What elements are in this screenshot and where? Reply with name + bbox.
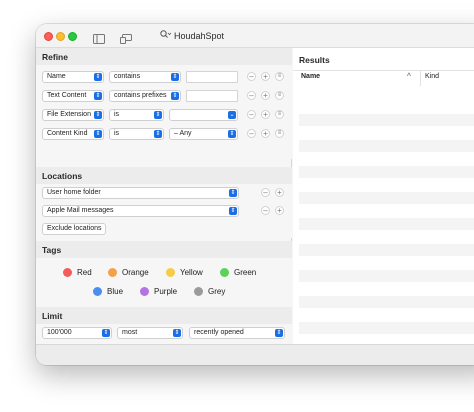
tags-header: Tags <box>36 241 292 258</box>
column-header-name[interactable]: Name ^ <box>297 70 417 86</box>
value-popup[interactable]: ⌄ <box>169 109 238 121</box>
attribute-popup[interactable]: Text Content ⇕ <box>42 90 104 102</box>
remove-criteria-button[interactable]: – <box>247 91 256 100</box>
location-popup[interactable]: User home folder ⇕ <box>42 187 239 199</box>
results-pane: Results Name ^ Kind <box>293 48 474 344</box>
attribute-popup[interactable]: File Extension ⇕ <box>42 109 104 121</box>
green-tag-icon <box>220 268 229 277</box>
chevron-updown-icon: ⇕ <box>229 207 237 215</box>
table-row <box>299 114 474 126</box>
blue-tag-icon <box>93 287 102 296</box>
tags-section: Red Orange Yellow Green Blue Purple Grey <box>36 258 292 309</box>
chevron-updown-icon: ⇕ <box>102 329 110 337</box>
search-icon <box>160 30 172 41</box>
chevron-updown-icon: ⇕ <box>275 329 283 337</box>
value-field[interactable] <box>186 90 238 102</box>
attribute-popup[interactable]: Content Kind ⇕ <box>42 128 104 140</box>
value-field[interactable] <box>186 71 238 83</box>
add-location-button[interactable]: + <box>275 188 284 197</box>
results-title: Results <box>299 55 330 65</box>
grey-tag-icon <box>194 287 203 296</box>
chevron-updown-icon: ⇕ <box>154 130 162 138</box>
chevron-updown-icon: ⇕ <box>94 130 102 138</box>
orange-tag-icon <box>108 268 117 277</box>
close-window-button[interactable] <box>44 32 53 41</box>
red-tag-icon <box>63 268 72 277</box>
chevron-updown-icon: ⇕ <box>94 92 102 100</box>
minimize-window-button[interactable] <box>56 32 65 41</box>
location-popup[interactable]: Apple Mail messages ⇕ <box>42 205 239 217</box>
add-location-button[interactable]: + <box>275 206 284 215</box>
title-bar: HoudahSpot <box>36 24 474 48</box>
app-title-text: HoudahSpot <box>174 30 225 41</box>
chevron-updown-icon: ⇕ <box>228 130 236 138</box>
operator-popup[interactable]: contains ⇕ <box>109 71 181 83</box>
remove-location-button[interactable]: – <box>261 188 270 197</box>
chevron-updown-icon: ⇕ <box>171 73 179 81</box>
operator-popup[interactable]: is ⇕ <box>109 128 164 140</box>
zoom-window-button[interactable] <box>68 32 77 41</box>
tag-grey[interactable]: Grey <box>194 287 225 296</box>
limit-mode-popup[interactable]: most ⇕ <box>117 327 183 339</box>
remove-criteria-button[interactable]: – <box>247 129 256 138</box>
sidebar-toggle-icon[interactable] <box>93 31 105 49</box>
chevron-updown-icon: ⇕ <box>94 111 102 119</box>
chevron-updown-icon: ⇕ <box>171 92 179 100</box>
tag-red[interactable]: Red <box>63 268 92 277</box>
table-row <box>299 192 474 204</box>
app-window: HoudahSpot Refine Name ⇕ contains ⇕ – + ≡ … <box>36 24 474 365</box>
query-pane: Refine Name ⇕ contains ⇕ – + ≡ Text Conten… <box>36 48 292 344</box>
tag-blue[interactable]: Blue <box>93 287 123 296</box>
chevron-updown-icon: ⇕ <box>173 329 181 337</box>
table-row <box>299 218 474 230</box>
refine-section: Name ⇕ contains ⇕ – + ≡ Text Content ⇕ cont… <box>36 65 292 159</box>
chevron-updown-icon: ⇕ <box>94 73 102 81</box>
limit-header: Limit <box>36 307 292 324</box>
table-row <box>299 244 474 256</box>
tag-purple[interactable]: Purple <box>140 287 177 296</box>
table-row <box>299 296 474 308</box>
refine-header: Refine <box>36 48 292 65</box>
remove-location-button[interactable]: – <box>261 206 270 215</box>
remove-criteria-button[interactable]: – <box>247 110 256 119</box>
add-criteria-button[interactable]: + <box>261 72 270 81</box>
add-criteria-button[interactable]: + <box>261 91 270 100</box>
locations-section: User home folder ⇕ – + Apple Mail message… <box>36 184 292 238</box>
limit-sort-popup[interactable]: recently opened ⇕ <box>189 327 285 339</box>
tag-yellow[interactable]: Yellow <box>166 268 203 277</box>
sort-ascending-icon: ^ <box>406 73 411 80</box>
value-popup[interactable]: – Any ⇕ <box>169 128 238 140</box>
tag-orange[interactable]: Orange <box>108 268 149 277</box>
exclude-locations-button[interactable]: Exclude locations <box>42 223 107 235</box>
options-icon[interactable]: ≡ <box>275 129 284 138</box>
purple-tag-icon <box>140 287 149 296</box>
limit-section: 100'000 ⇕ most ⇕ recently opened ⇕ <box>36 324 292 344</box>
attribute-popup[interactable]: Name ⇕ <box>42 71 104 83</box>
table-row <box>299 270 474 282</box>
table-row <box>299 322 474 334</box>
remove-criteria-button[interactable]: – <box>247 72 256 81</box>
operator-popup[interactable]: contains prefixes ⇕ <box>109 90 181 102</box>
chevron-updown-icon: ⇕ <box>154 111 162 119</box>
options-icon[interactable]: ≡ <box>275 91 284 100</box>
preview-toggle-icon[interactable] <box>120 31 132 49</box>
add-criteria-button[interactable]: + <box>261 110 270 119</box>
options-icon[interactable]: ≡ <box>275 72 284 81</box>
yellow-tag-icon <box>166 268 175 277</box>
options-icon[interactable]: ≡ <box>275 110 284 119</box>
table-row <box>299 166 474 178</box>
chevron-down-icon: ⌄ <box>228 111 236 119</box>
locations-header: Locations <box>36 167 292 184</box>
app-title: HoudahSpot <box>160 30 224 41</box>
column-header-kind[interactable]: Kind <box>420 70 474 86</box>
limit-count-popup[interactable]: 100'000 ⇕ <box>42 327 112 339</box>
table-row <box>299 140 474 152</box>
status-bar <box>36 344 474 365</box>
tag-green[interactable]: Green <box>220 268 256 277</box>
operator-popup[interactable]: is ⇕ <box>109 109 164 121</box>
add-criteria-button[interactable]: + <box>261 129 270 138</box>
chevron-updown-icon: ⇕ <box>229 189 237 197</box>
